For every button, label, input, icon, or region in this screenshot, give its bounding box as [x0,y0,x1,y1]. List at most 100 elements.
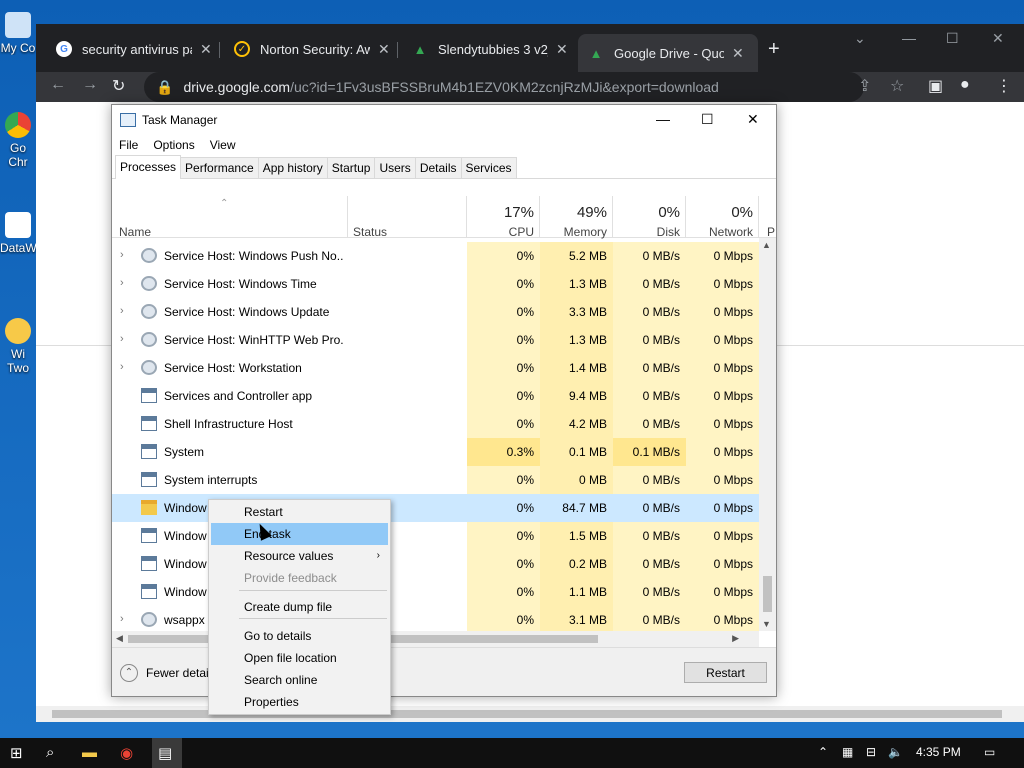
vertical-scrollbar[interactable]: ▲ ▼ [759,238,776,631]
context-menu-item[interactable]: Properties [211,691,388,713]
column-divider[interactable] [347,196,348,238]
context-menu-item[interactable]: Create dump file [211,596,388,618]
expand-chevron-icon[interactable]: › [120,333,124,345]
minimize-icon[interactable]: — [656,111,670,127]
column-divider[interactable] [539,196,540,238]
maximize-icon[interactable]: ☐ [946,30,959,47]
tab-users[interactable]: Users [374,157,416,178]
reload-icon[interactable]: ↻ [112,76,125,96]
header-name[interactable]: Name [119,225,151,239]
tab-services[interactable]: Services [460,157,517,178]
back-icon[interactable]: ← [50,76,66,94]
scrollbar-thumb[interactable] [52,710,1002,718]
share-icon[interactable]: ⇪ [858,76,871,96]
menu-file[interactable]: File [119,138,138,152]
header-power[interactable]: P [767,225,775,239]
browser-tab-1[interactable]: G security antivirus pay ✕ [46,34,222,64]
header-cpu[interactable]: CPU [472,225,534,239]
header-disk[interactable]: Disk [618,225,680,239]
forward-icon[interactable]: → [82,76,98,94]
header-memory-percent[interactable]: 49% [545,204,607,221]
restart-button[interactable]: Restart [684,662,767,683]
header-cpu-percent[interactable]: 17% [472,204,534,221]
process-row[interactable]: Services and Controller app 0% 9.4 MB 0 MB/… [112,382,759,410]
header-status[interactable]: Status [353,225,387,239]
task-manager-taskbar-icon[interactable]: ▤ [152,738,182,768]
process-row[interactable]: System interrupts 0% 0 MB 0 MB/s 0 Mbps [112,466,759,494]
page-horizontal-scrollbar[interactable] [36,706,1024,722]
header-memory[interactable]: Memory [545,225,607,239]
expand-chevron-icon[interactable]: › [120,305,124,317]
scroll-right-icon[interactable]: ▶ [732,633,739,644]
search-icon[interactable]: ⌕ [46,744,54,761]
scroll-left-icon[interactable]: ◀ [116,633,123,644]
close-tab-icon[interactable]: ✕ [378,41,390,58]
close-icon[interactable]: ✕ [747,111,759,128]
notifications-icon[interactable]: ▭ [984,745,995,759]
column-divider[interactable] [758,196,759,238]
header-disk-percent[interactable]: 0% [618,204,680,221]
column-divider[interactable] [466,196,467,238]
menu-options[interactable]: Options [153,138,194,152]
header-network[interactable]: Network [691,225,753,239]
show-hidden-icons-icon[interactable]: ⌃ [818,745,828,759]
process-row[interactable]: Shell Infrastructure Host 0% 4.2 MB 0 MB/s 0… [112,410,759,438]
process-row[interactable]: › Service Host: Windows Time 0% 1.3 MB 0 MB/… [112,270,759,298]
windows-start-icon[interactable]: ⊞ [10,744,23,762]
tab-search-icon[interactable]: ⌄ [854,30,866,47]
file-explorer-icon[interactable]: ▬ [82,744,97,761]
context-menu-item[interactable]: Open file location [211,647,388,669]
network-icon[interactable]: ⊟ [866,745,876,759]
context-menu-item[interactable]: End task [211,523,388,545]
column-divider[interactable] [612,196,613,238]
scroll-up-icon[interactable]: ▲ [762,240,771,250]
clock[interactable]: 4:35 PM [916,745,961,759]
process-row[interactable]: System 0.3% 0.1 MB 0.1 MB/s 0 Mbps [112,438,759,466]
close-icon[interactable]: ✕ [992,30,1004,47]
minimize-icon[interactable]: — [902,30,916,46]
expand-chevron-icon[interactable]: › [120,361,124,373]
browser-tab-3[interactable]: ▲ Slendytubbies 3 v2_3 ✕ [402,34,578,64]
process-row[interactable]: › Service Host: WinHTTP Web Pro... 0% 1.3 M… [112,326,759,354]
expand-chevron-icon[interactable]: › [120,613,124,625]
volume-icon[interactable]: 🔈 [888,745,903,759]
tab-performance[interactable]: Performance [180,157,259,178]
close-tab-icon[interactable]: ✕ [732,45,744,62]
side-panel-icon[interactable]: ▣ [928,76,943,96]
fewer-details-link[interactable]: ⌃ Fewer detail [120,664,211,682]
address-bar[interactable]: 🔒 drive.google.com/uc?id=1Fv3usBFSSBruM4… [144,72,864,102]
tab-startup[interactable]: Startup [326,157,376,178]
scrollbar-thumb[interactable] [763,576,772,612]
keyboard-icon[interactable]: ▦ [842,745,853,759]
scroll-down-icon[interactable]: ▼ [762,619,771,629]
process-row[interactable]: › Service Host: Windows Update 0% 3.3 MB 0 M… [112,298,759,326]
context-menu-item[interactable]: Restart [211,501,388,523]
desktop-icon-my-computer[interactable]: My Co [0,12,36,55]
expand-chevron-icon[interactable]: › [120,277,124,289]
expand-chevron-icon[interactable]: › [120,249,124,261]
tab-processes[interactable]: Processes [115,155,182,179]
header-network-percent[interactable]: 0% [691,204,753,221]
chrome-taskbar-icon[interactable]: ◉ [120,744,133,762]
desktop-icon-dataw[interactable]: DataW [0,212,36,255]
tab-app-history[interactable]: App history [257,157,328,178]
maximize-icon[interactable]: ☐ [701,111,714,128]
bookmark-star-icon[interactable]: ☆ [890,76,904,96]
menu-dots-icon[interactable]: ⋮ [996,76,1012,96]
process-row[interactable]: › Service Host: Workstation 0% 1.4 MB 0 MB/s… [112,354,759,382]
close-tab-icon[interactable]: ✕ [200,41,212,58]
context-menu-item[interactable]: Go to details [211,625,388,647]
context-menu-item[interactable]: Search online [211,669,388,691]
column-divider[interactable] [685,196,686,238]
menu-view[interactable]: View [210,138,236,152]
desktop-icon-wi-two[interactable]: Wi Two [0,318,36,375]
browser-tab-4-active[interactable]: ▲ Google Drive - Quota ✕ [578,34,758,72]
tab-details[interactable]: Details [414,157,462,178]
close-tab-icon[interactable]: ✕ [556,41,568,58]
context-menu-item[interactable]: Resource values › [211,545,388,567]
profile-icon[interactable]: ● [960,76,970,94]
browser-tab-2[interactable]: ✓ Norton Security: Awa ✕ [224,34,400,64]
process-row[interactable]: › Service Host: Windows Push No... 0% 5.2 M… [112,242,759,270]
desktop-icon-google-chrome[interactable]: Go Chr [0,112,36,169]
new-tab-icon[interactable]: + [768,38,780,61]
